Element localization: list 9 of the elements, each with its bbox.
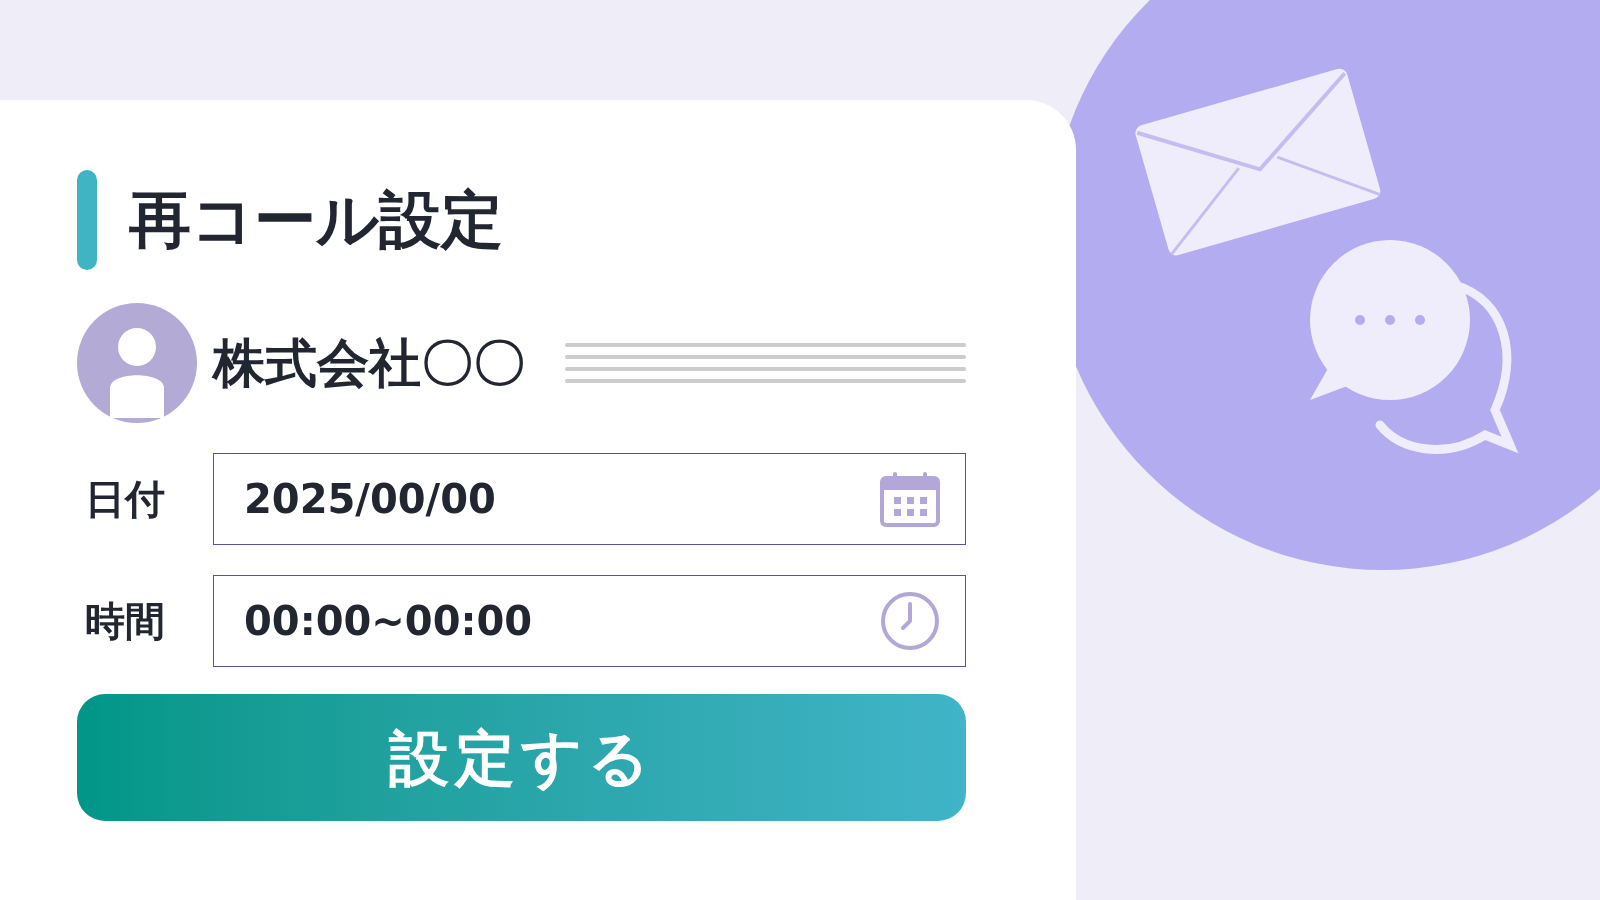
time-field[interactable]: 00:00~00:00 <box>213 575 966 667</box>
company-name: 株式会社〇〇 <box>213 332 525 395</box>
avatar-icon <box>77 303 197 423</box>
field-label: 日付 <box>84 475 166 524</box>
field-label: 時間 <box>84 597 166 646</box>
page-title: 再コール設定 <box>129 189 503 251</box>
date-field[interactable]: 2025/00/00 <box>213 453 966 545</box>
calendar-icon <box>879 470 941 528</box>
clock-icon <box>879 590 941 652</box>
